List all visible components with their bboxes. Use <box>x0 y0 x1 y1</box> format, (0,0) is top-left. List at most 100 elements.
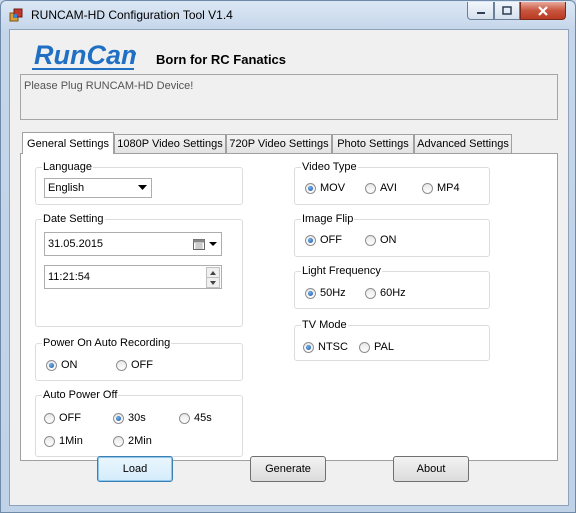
power-on-auto-recording-group: Power On Auto Recording ON OFF <box>35 337 243 381</box>
time-spinner[interactable] <box>206 267 220 288</box>
arrow-down-icon <box>210 280 216 285</box>
radio-label: 30s <box>128 412 146 424</box>
radio-selected-icon <box>305 234 316 246</box>
title-bar[interactable]: RUNCAM-HD Configuration Tool V1.4 <box>1 1 575 29</box>
language-label: Language <box>42 161 93 173</box>
radio-selected-icon <box>303 341 314 353</box>
tv-mode-label: TV Mode <box>301 319 348 331</box>
spin-up-button[interactable] <box>206 267 220 278</box>
radio-label: OFF <box>320 234 342 246</box>
chevron-down-icon[interactable] <box>209 242 217 247</box>
image-flip-group: Image Flip OFF ON <box>294 213 490 257</box>
radio-label: OFF <box>131 359 153 371</box>
generate-button[interactable]: Generate <box>250 456 326 482</box>
radio-label: ON <box>380 234 397 246</box>
close-icon <box>538 5 548 16</box>
tv-mode-ntsc-radio[interactable]: NTSC <box>303 341 348 353</box>
radio-selected-icon <box>305 287 316 299</box>
light-frequency-50hz-radio[interactable]: 50Hz <box>305 287 346 299</box>
calendar-icon[interactable] <box>193 238 205 250</box>
load-button[interactable]: Load <box>97 456 173 482</box>
radio-unselected-icon <box>116 359 127 371</box>
radio-label: NTSC <box>318 341 348 353</box>
window-title: RUNCAM-HD Configuration Tool V1.4 <box>31 8 233 22</box>
video-type-label: Video Type <box>301 161 358 173</box>
auto-power-off-1min-radio[interactable]: 1Min <box>44 435 83 447</box>
radio-selected-icon <box>305 182 316 194</box>
radio-unselected-icon <box>44 412 55 424</box>
close-button[interactable] <box>520 2 566 20</box>
time-value: 11:21:54 <box>48 271 91 283</box>
power-on-auto-recording-label: Power On Auto Recording <box>42 337 172 349</box>
tv-mode-pal-radio[interactable]: PAL <box>359 341 394 353</box>
spin-down-button[interactable] <box>206 278 220 288</box>
video-type-mp4-radio[interactable]: MP4 <box>422 182 460 194</box>
video-type-mov-radio[interactable]: MOV <box>305 182 345 194</box>
time-picker[interactable]: 11:21:54 <box>44 265 222 289</box>
language-value: English <box>48 182 85 194</box>
auto-recording-off-radio[interactable]: OFF <box>116 359 153 371</box>
minimize-icon <box>476 11 485 14</box>
auto-power-off-label: Auto Power Off <box>42 389 119 401</box>
tab-1080p-video-settings[interactable]: 1080P Video Settings <box>114 134 226 153</box>
auto-power-off-off-radio[interactable]: OFF <box>44 412 81 424</box>
radio-selected-icon <box>46 359 57 371</box>
radio-label: 2Min <box>128 435 152 447</box>
image-flip-label: Image Flip <box>301 213 355 225</box>
auto-power-off-30s-radio[interactable]: 30s <box>113 412 146 424</box>
arrow-up-icon <box>210 270 216 275</box>
date-setting-label: Date Setting <box>42 213 105 225</box>
language-select[interactable]: English <box>44 178 152 198</box>
light-frequency-label: Light Frequency <box>301 265 382 277</box>
radio-unselected-icon <box>179 412 190 424</box>
radio-unselected-icon <box>113 435 124 447</box>
svg-text:RunCam: RunCam <box>34 40 136 70</box>
radio-label: MP4 <box>437 182 460 194</box>
radio-label: OFF <box>59 412 81 424</box>
radio-unselected-icon <box>359 341 370 353</box>
date-setting-group: Date Setting 31.05.2015 11:21:54 <box>35 213 243 327</box>
image-flip-off-radio[interactable]: OFF <box>305 234 342 246</box>
radio-label: 45s <box>194 412 212 424</box>
radio-unselected-icon <box>365 287 376 299</box>
radio-label: 50Hz <box>320 287 346 299</box>
auto-recording-on-radio[interactable]: ON <box>46 359 78 371</box>
app-icon <box>9 8 23 22</box>
language-group: Language English <box>35 161 243 205</box>
minimize-button[interactable] <box>467 2 494 20</box>
light-frequency-group: Light Frequency 50Hz 60Hz <box>294 265 490 309</box>
tab-advanced-settings[interactable]: Advanced Settings <box>414 134 512 153</box>
chevron-down-icon <box>138 185 147 190</box>
app-window: RUNCAM-HD Configuration Tool V1.4 RunCam… <box>0 0 576 513</box>
tv-mode-group: TV Mode NTSC PAL <box>294 319 490 361</box>
client-area: RunCam Born for RC Fanatics Please Plug … <box>9 29 569 506</box>
general-settings-panel: Language English Date Setting 31.05.2015 <box>20 153 558 461</box>
date-value: 31.05.2015 <box>48 238 104 250</box>
auto-power-off-2min-radio[interactable]: 2Min <box>113 435 152 447</box>
radio-unselected-icon <box>44 435 55 447</box>
light-frequency-60hz-radio[interactable]: 60Hz <box>365 287 406 299</box>
radio-label: PAL <box>374 341 394 353</box>
radio-label: ON <box>61 359 78 371</box>
radio-label: 1Min <box>59 435 83 447</box>
video-type-group: Video Type MOV AVI MP4 <box>294 161 490 205</box>
radio-unselected-icon <box>365 182 376 194</box>
about-button[interactable]: About <box>393 456 469 482</box>
video-type-avi-radio[interactable]: AVI <box>365 182 397 194</box>
radio-label: 60Hz <box>380 287 406 299</box>
maximize-icon <box>502 6 512 15</box>
image-flip-on-radio[interactable]: ON <box>365 234 397 246</box>
tab-general-settings[interactable]: General Settings <box>22 132 114 154</box>
maximize-button[interactable] <box>494 2 520 20</box>
radio-label: AVI <box>380 182 397 194</box>
auto-power-off-group: Auto Power Off OFF 30s 45s 1Min 2Min <box>35 389 243 457</box>
date-picker[interactable]: 31.05.2015 <box>44 232 222 256</box>
auto-power-off-45s-radio[interactable]: 45s <box>179 412 212 424</box>
radio-label: MOV <box>320 182 346 194</box>
radio-unselected-icon <box>422 182 433 194</box>
radio-selected-icon <box>113 412 124 424</box>
status-box: Please Plug RUNCAM-HD Device! <box>20 74 558 120</box>
tab-photo-settings[interactable]: Photo Settings <box>332 134 414 153</box>
tab-720p-video-settings[interactable]: 720P Video Settings <box>226 134 332 153</box>
runcam-logo: RunCam <box>32 40 136 70</box>
